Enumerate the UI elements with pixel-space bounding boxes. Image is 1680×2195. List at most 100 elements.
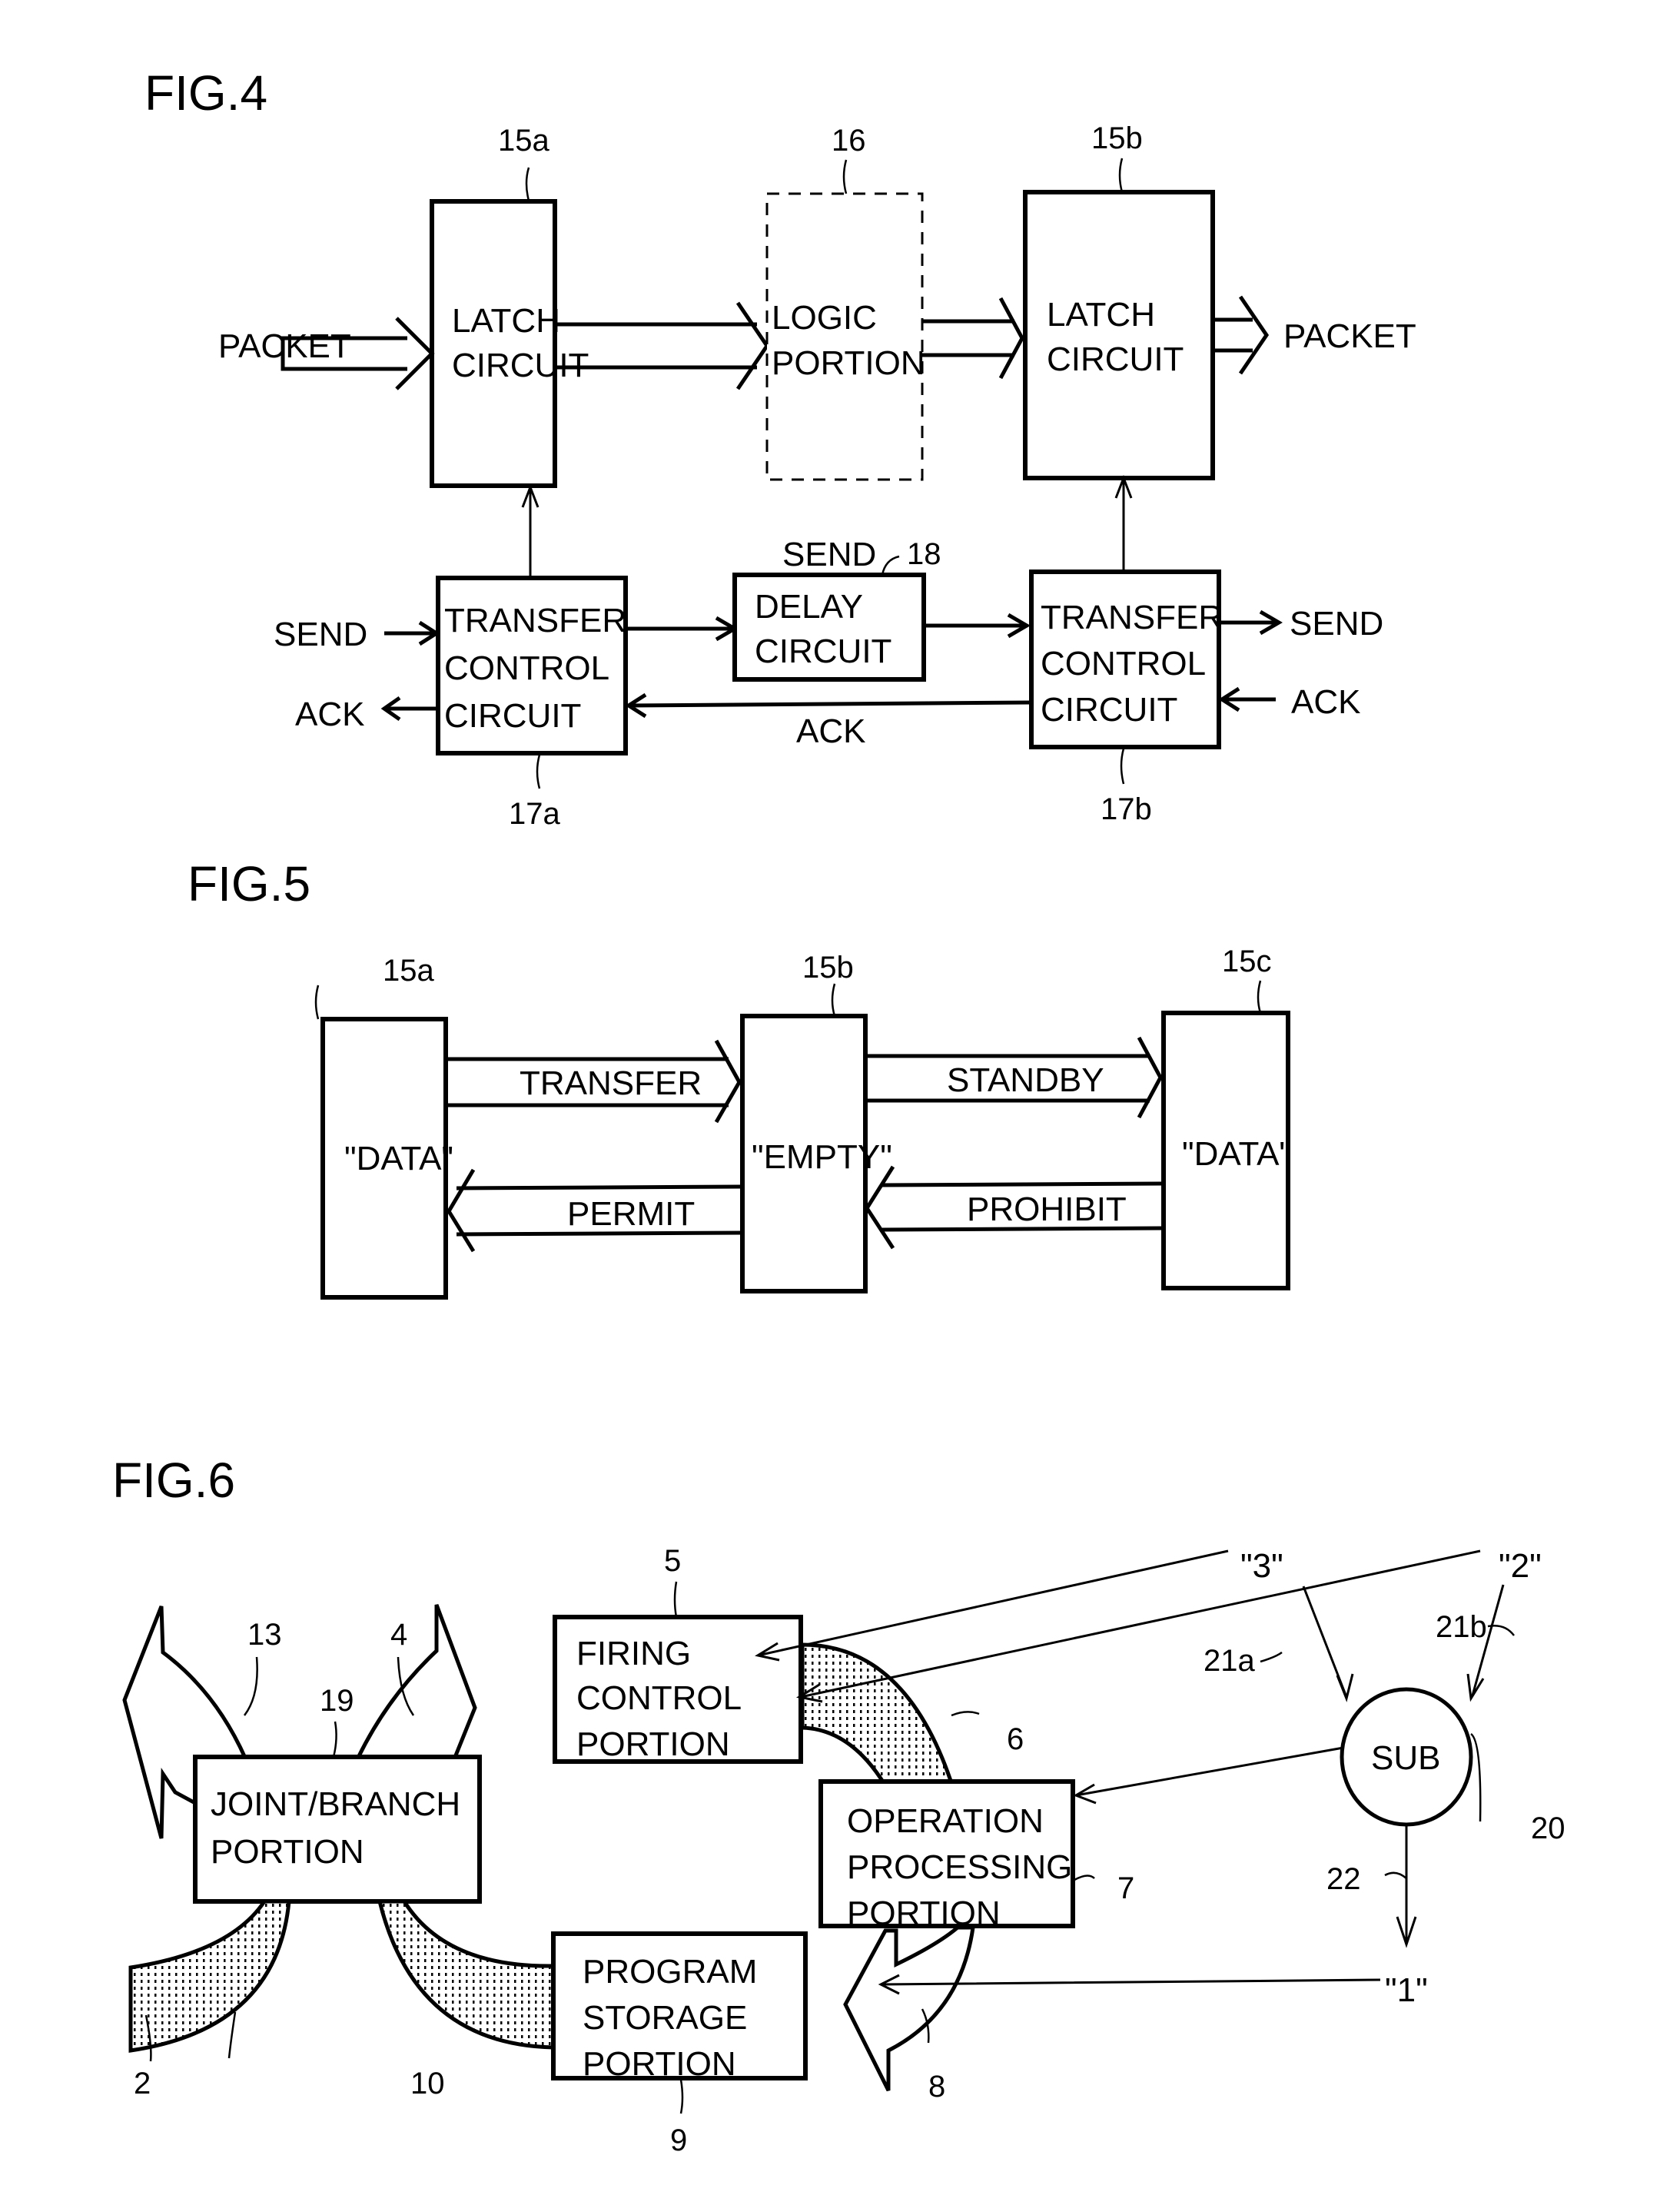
ref-22: 22 bbox=[1326, 1862, 1361, 1896]
packet-out-arrow-body bbox=[1213, 317, 1253, 353]
joint-branch-portion-19 bbox=[193, 1755, 482, 1904]
transfer-label: TRANSFER bbox=[520, 1064, 702, 1102]
send-in-label: SEND bbox=[274, 616, 367, 653]
firing-line1: FIRING bbox=[576, 1635, 691, 1672]
arrow-sub-to-op bbox=[1073, 1746, 1344, 1805]
fig4: FIG.4 15a LATCH CIRCUIT PACKET 16 LOGIC … bbox=[144, 65, 1416, 831]
leader-21a bbox=[1260, 1651, 1283, 1663]
leader-17b bbox=[1120, 748, 1125, 785]
leader-7 bbox=[1074, 1875, 1095, 1881]
arrow-delay-to-tcc-b bbox=[924, 613, 1031, 639]
ref-21a: 21a bbox=[1204, 1644, 1255, 1678]
ref-6: 6 bbox=[1007, 1722, 1024, 1756]
packet-out-arrow-head bbox=[1238, 295, 1270, 375]
leader-fig5-15b bbox=[831, 983, 836, 1017]
ack-mid-label: ACK bbox=[796, 712, 865, 750]
arrow-3-to-firing bbox=[755, 1549, 1229, 1662]
ref-9: 9 bbox=[670, 2124, 687, 2157]
patent-figure-sheet: FIG.4 15a LATCH CIRCUIT PACKET 16 LOGIC … bbox=[112, 65, 1565, 2157]
ref-4: 4 bbox=[390, 1618, 407, 1652]
leader-15b bbox=[1118, 158, 1124, 193]
ref-17a: 17a bbox=[509, 797, 560, 831]
storage-line1: PROGRAM bbox=[583, 1953, 757, 1991]
ref-8: 8 bbox=[928, 2070, 945, 2104]
tcc-b-line1: TRANSFER bbox=[1041, 599, 1223, 636]
fig4-title: FIG.4 bbox=[144, 65, 267, 121]
leader-10 bbox=[227, 2011, 237, 2059]
ref-fig5-15c: 15c bbox=[1222, 945, 1272, 978]
op-line3: PORTION bbox=[847, 1894, 1001, 1932]
leader-17a bbox=[536, 754, 541, 789]
ref-2: 2 bbox=[134, 2067, 151, 2100]
arrow-tcc-a-to-latch bbox=[521, 483, 540, 578]
ref-15a: 15a bbox=[498, 124, 549, 158]
arrow-22-sub-to-1 bbox=[1396, 1825, 1417, 1948]
packet-in-arrow-head bbox=[395, 317, 435, 390]
ref-10: 10 bbox=[410, 2067, 445, 2100]
arrow-21a-to-sub bbox=[1302, 1586, 1354, 1702]
delay-line1: DELAY bbox=[755, 588, 863, 626]
latch-b-line2: CIRCUIT bbox=[1047, 340, 1184, 378]
permit-arrow-head bbox=[447, 1168, 476, 1253]
tcc-b-line2: CONTROL bbox=[1041, 645, 1206, 682]
latch-a-line1: LATCH bbox=[452, 302, 560, 340]
standby-label: STANDBY bbox=[947, 1061, 1104, 1099]
prohibit-label: PROHIBIT bbox=[967, 1190, 1127, 1228]
ack-in-label: ACK bbox=[1291, 683, 1360, 721]
state-15a-text: "DATA" bbox=[344, 1140, 453, 1177]
state-15c-text: "DATA" bbox=[1182, 1135, 1291, 1173]
ref-15b: 15b bbox=[1091, 121, 1143, 155]
value-2-label: "2" bbox=[1499, 1547, 1542, 1585]
firing-line2: CONTROL bbox=[576, 1679, 742, 1717]
arrow-latch-to-logic-head bbox=[735, 301, 770, 390]
ref-16: 16 bbox=[832, 124, 866, 158]
ref-17b: 17b bbox=[1101, 792, 1152, 826]
tcc-b-line3: CIRCUIT bbox=[1041, 691, 1177, 729]
ref-21b: 21b bbox=[1436, 1610, 1487, 1644]
transfer-arrow-head bbox=[714, 1039, 742, 1124]
ack-in-arrow bbox=[1218, 686, 1276, 712]
send-mid-label: SEND bbox=[782, 536, 876, 573]
leader-19 bbox=[332, 1721, 337, 1758]
standby-arrow-head bbox=[1137, 1036, 1163, 1119]
arrow-logic-to-latch bbox=[922, 319, 1014, 357]
fig6-title: FIG.6 bbox=[112, 1453, 235, 1508]
fig5-title: FIG.5 bbox=[188, 856, 310, 912]
value-3-label: "3" bbox=[1240, 1547, 1283, 1585]
leader-20 bbox=[1470, 1732, 1482, 1822]
ref-7: 7 bbox=[1117, 1871, 1134, 1905]
fig6: FIG.6 JOINT/BRANCH PORTION 13 4 19 2 10 … bbox=[112, 1453, 1565, 2157]
joint-line1: JOINT/BRANCH bbox=[211, 1785, 460, 1823]
leader-fig5-15a bbox=[314, 985, 320, 1020]
tcc-a-line3: CIRCUIT bbox=[444, 697, 581, 735]
op-line1: OPERATION bbox=[847, 1802, 1044, 1840]
arc-8-hollow-arrow bbox=[843, 1925, 975, 2092]
arrow-tcc-a-to-delay bbox=[626, 616, 739, 642]
ack-out-label: ACK bbox=[295, 696, 364, 733]
ref-fig5-15b: 15b bbox=[802, 951, 854, 985]
state-15b-text: "EMPTY" bbox=[752, 1138, 892, 1176]
sub-label: SUB bbox=[1371, 1739, 1440, 1777]
ref-18: 18 bbox=[907, 537, 941, 571]
permit-label: PERMIT bbox=[567, 1195, 695, 1233]
ref-5: 5 bbox=[664, 1544, 681, 1578]
tcc-a-line1: TRANSFER bbox=[444, 602, 626, 639]
latch-b-line1: LATCH bbox=[1047, 296, 1155, 334]
leader-22 bbox=[1384, 1871, 1407, 1879]
arc-10-dotted bbox=[377, 1899, 556, 2050]
storage-line3: PORTION bbox=[583, 2045, 736, 2083]
leader-fig5-15c bbox=[1257, 980, 1262, 1014]
send-in-arrow bbox=[384, 620, 440, 646]
send-out-label: SEND bbox=[1290, 605, 1383, 643]
send-out-arrow bbox=[1219, 609, 1283, 636]
logic-line1: LOGIC bbox=[772, 299, 877, 337]
leader-13 bbox=[244, 1656, 258, 1716]
arrow-2-to-firing bbox=[795, 1549, 1481, 1703]
delay-line2: CIRCUIT bbox=[755, 633, 891, 670]
latch-circuit-15b bbox=[1023, 190, 1215, 480]
ref-20: 20 bbox=[1531, 1811, 1565, 1845]
leader-5 bbox=[673, 1581, 678, 1618]
ref-13: 13 bbox=[247, 1618, 282, 1652]
ref-fig5-15a: 15a bbox=[383, 954, 434, 988]
ref-19: 19 bbox=[320, 1684, 354, 1718]
